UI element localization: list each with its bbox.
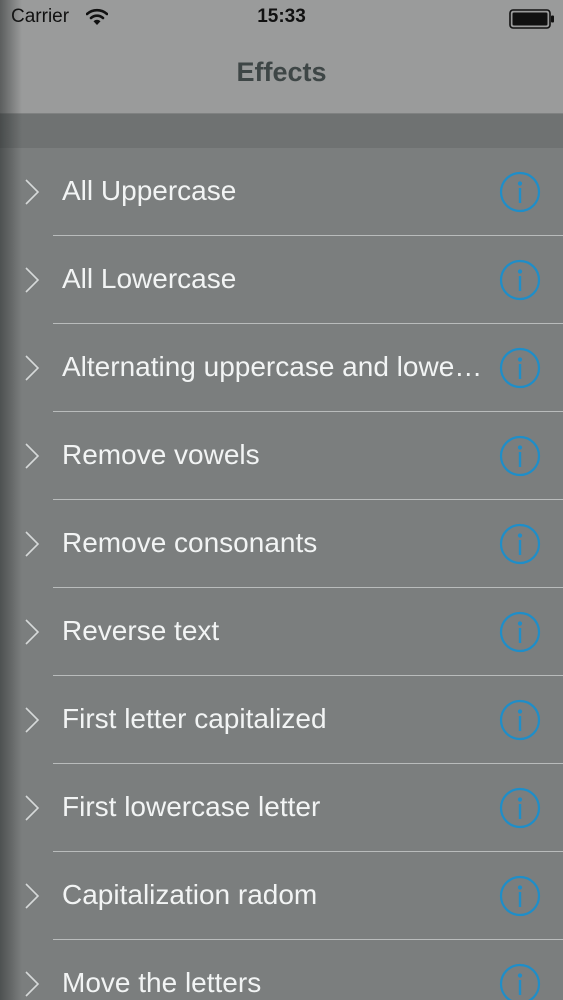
info-icon[interactable] xyxy=(499,435,541,477)
chevron-right-icon xyxy=(25,179,40,205)
effect-row-9[interactable]: Move the letters xyxy=(0,940,563,1000)
info-icon[interactable] xyxy=(499,347,541,389)
info-icon[interactable] xyxy=(499,171,541,213)
screen: Carrier 15:33 Effects All Uppercase All … xyxy=(0,0,563,1000)
info-icon[interactable] xyxy=(499,963,541,1000)
chevron-right-icon xyxy=(25,443,40,469)
effect-row-5[interactable]: Reverse text xyxy=(0,588,563,676)
effect-row-4[interactable]: Remove consonants xyxy=(0,500,563,588)
info-icon[interactable] xyxy=(499,875,541,917)
info-icon[interactable] xyxy=(499,259,541,301)
chevron-right-icon xyxy=(25,619,40,645)
navigation-bar: Carrier 15:33 Effects xyxy=(0,0,563,114)
info-icon[interactable] xyxy=(499,611,541,653)
effect-row-0[interactable]: All Uppercase xyxy=(0,148,563,236)
chevron-right-icon xyxy=(25,267,40,293)
page-title: Effects xyxy=(236,57,327,87)
effect-row-3[interactable]: Remove vowels xyxy=(0,412,563,500)
effect-row-8[interactable]: Capitalization radom xyxy=(0,852,563,940)
effect-label: Move the letters xyxy=(62,967,262,998)
effect-row-7[interactable]: First lowercase letter xyxy=(0,764,563,852)
effect-row-2[interactable]: Alternating uppercase and lowercase xyxy=(0,324,563,412)
effect-label: Capitalization radom xyxy=(62,879,318,910)
chevron-right-icon xyxy=(25,531,40,557)
effect-label: Reverse text xyxy=(62,615,220,646)
status-bar: Carrier 15:33 xyxy=(0,0,563,38)
effect-label: First lowercase letter xyxy=(62,791,321,822)
status-time: 15:33 xyxy=(257,6,306,27)
info-icon[interactable] xyxy=(499,523,541,565)
effect-label: All Uppercase xyxy=(62,175,237,206)
info-icon[interactable] xyxy=(499,699,541,741)
info-icon[interactable] xyxy=(499,787,541,829)
chevron-right-icon xyxy=(25,883,40,909)
effect-row-6[interactable]: First letter capitalized xyxy=(0,676,563,764)
effect-label: Remove vowels xyxy=(62,439,260,470)
battery-icon xyxy=(509,9,554,29)
effect-label: First letter capitalized xyxy=(62,703,327,734)
chevron-right-icon xyxy=(25,795,40,821)
chevron-right-icon xyxy=(25,355,40,381)
effect-label: All Lowercase xyxy=(62,263,237,294)
effects-list: All Uppercase All Lowercase Alternating … xyxy=(0,148,563,1000)
effect-label: Alternating uppercase and lowercase xyxy=(62,351,484,382)
chevron-right-icon xyxy=(25,971,40,997)
section-header xyxy=(0,114,563,148)
effect-row-1[interactable]: All Lowercase xyxy=(0,236,563,324)
effect-label: Remove consonants xyxy=(62,527,318,558)
chevron-right-icon xyxy=(25,707,40,733)
